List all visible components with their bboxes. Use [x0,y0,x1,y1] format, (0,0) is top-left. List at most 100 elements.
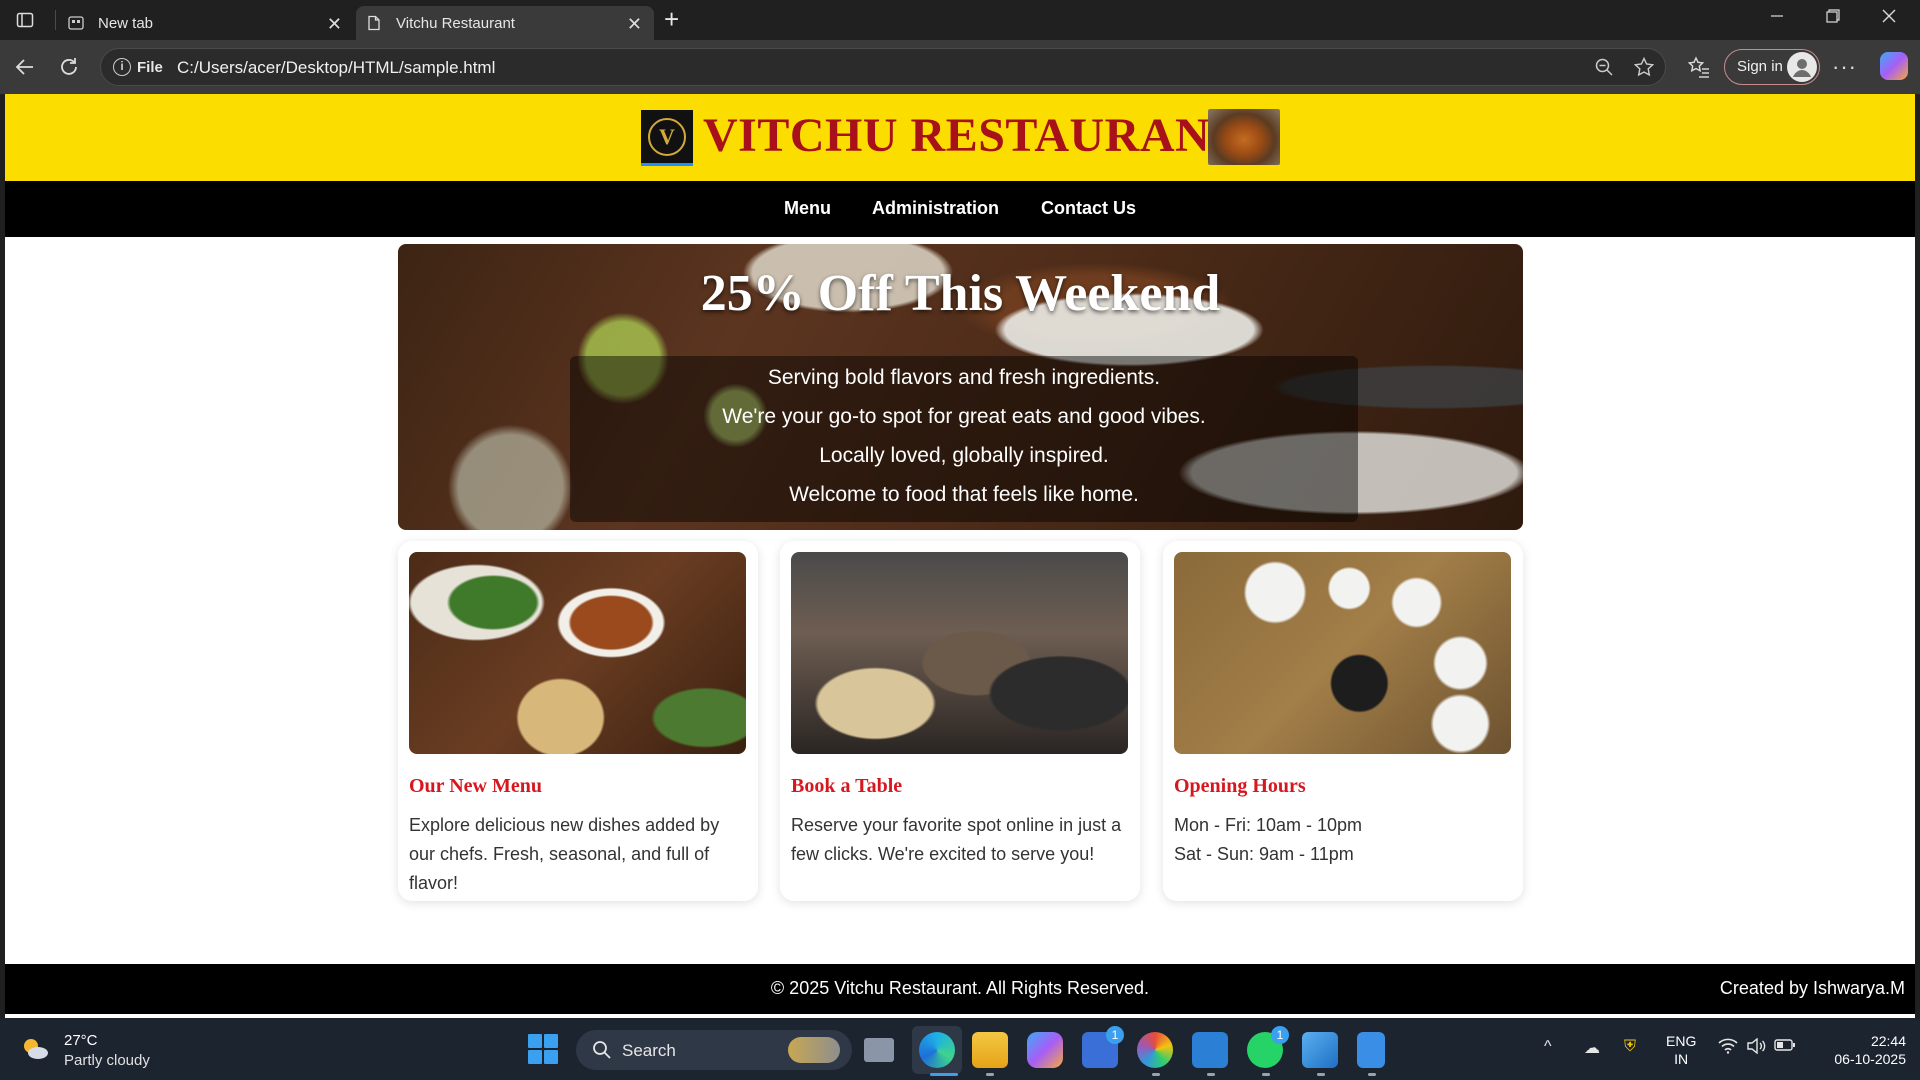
diners-image [791,552,1128,754]
windows-start-icon[interactable] [528,1034,558,1064]
avatar-icon [1787,52,1817,82]
refresh-icon [61,58,77,75]
language-indicator[interactable]: ENG IN [1666,1032,1696,1068]
back-arrow-icon [15,59,33,75]
tab-vitchu-restaurant[interactable]: Vitchu Restaurant ✕ [356,6,654,40]
logo-letter: V [648,117,686,156]
sign-in-button[interactable]: Sign in [1724,49,1820,85]
close-tab-icon[interactable]: ✕ [327,14,342,35]
site-footer: © 2025 Vitchu Restaurant. All Rights Res… [5,964,1915,1014]
tab-title: Vitchu Restaurant [396,14,515,32]
tab-title: New tab [98,14,154,32]
address-bar[interactable]: i File C:/Users/acer/Desktop/HTML/sample… [100,48,1666,86]
security-shield-icon[interactable]: ⛨ [1624,1038,1636,1056]
clock-date: 06-10-2025 [1834,1051,1906,1067]
favorites-icon[interactable] [1684,52,1714,82]
hero-banner: 25% Off This Weekend Serving bold flavor… [398,244,1523,530]
tab-separator [55,10,56,30]
clock-time: 22:44 [1870,1033,1906,1049]
language-line2: IN [1674,1051,1689,1067]
battery-icon[interactable] [1774,1038,1796,1057]
paint-icon[interactable] [1302,1032,1338,1068]
url-text[interactable]: C:/Users/acer/Desktop/HTML/sample.html [177,58,495,78]
copilot-app-icon[interactable] [1027,1032,1063,1068]
card-text: Reserve your favorite spot online in jus… [791,815,1122,864]
onedrive-icon[interactable]: ☁ [1584,1038,1600,1058]
running-indicator [986,1073,994,1076]
weather-widget[interactable]: 27°C Partly cloudy [20,1030,180,1070]
more-icon[interactable]: ··· [1832,54,1857,80]
refresh-button[interactable] [54,52,84,82]
minimize-button[interactable] [1770,4,1784,29]
site-header: V VITCHU RESTAURANT [5,94,1915,181]
hero-line: Locally loved, globally inspired. [819,444,1109,467]
search-highlight-image [788,1037,840,1063]
card-title: Book a Table [791,775,903,797]
wifi-icon[interactable] [1718,1038,1738,1059]
file-explorer-icon[interactable] [972,1032,1008,1068]
whatsapp-icon[interactable]: 1 [1247,1026,1289,1068]
back-button[interactable] [10,52,40,82]
hero-line: Welcome to food that feels like home. [789,483,1139,506]
card-title: Opening Hours [1174,775,1306,797]
running-indicator [1152,1073,1160,1076]
notification-badge: 1 [1106,1026,1124,1044]
restaurant-logo: V [641,110,693,166]
system-clock[interactable]: 22:44 06-10-2025 [1816,1032,1906,1068]
running-indicator [1207,1073,1215,1076]
nav-link-administration[interactable]: Administration [872,198,999,219]
hero-line: We're your go-to spot for great eats and… [722,405,1206,428]
taskbar-search[interactable]: Search [576,1030,852,1070]
document-icon [366,15,382,31]
tab-new-tab[interactable]: New tab ✕ [58,6,354,40]
scheme-label: File [137,59,163,76]
weather-desc: Partly cloudy [64,1052,150,1069]
star-icon[interactable] [1633,56,1655,79]
notification-badge: 1 [1271,1026,1289,1044]
running-indicator [1262,1073,1270,1076]
plus-icon: + [664,4,680,34]
hours-weekend: Sat - Sun: 9am - 11pm [1174,844,1354,864]
card-new-menu: Our New Menu Explore delicious new dishe… [398,541,758,901]
browser-tab-bar: New tab ✕ Vitchu Restaurant ✕ + [0,0,1920,40]
hero-text-box: Serving bold flavors and fresh ingredien… [570,356,1358,522]
food-spread-image [409,552,746,754]
hero-title: 25% Off This Weekend [700,265,1221,322]
nav-link-menu[interactable]: Menu [784,198,831,219]
microsoft-store-icon[interactable]: 1 [1082,1026,1124,1068]
card-book-table: Book a Table Reserve your favorite spot … [780,541,1140,901]
volume-icon[interactable] [1746,1037,1766,1059]
weather-temp: 27°C [64,1032,98,1049]
hours-weekdays: Mon - Fri: 10am - 10pm [1174,815,1363,835]
card-opening-hours: Opening Hours Mon - Fri: 10am - 10pm Sat… [1163,541,1523,901]
language-line1: ENG [1666,1033,1697,1049]
roast-chicken-image [1208,109,1280,165]
task-view-icon[interactable] [864,1038,894,1062]
vscode-icon[interactable] [1192,1032,1228,1068]
chevron-up-icon[interactable]: ^ [1544,1038,1552,1056]
close-tab-icon[interactable]: ✕ [627,14,642,35]
photos-icon[interactable] [1137,1032,1173,1068]
partly-cloudy-icon [24,1039,48,1059]
info-icon[interactable]: i [113,58,131,76]
card-text: Explore delicious new dishes added by ou… [409,815,720,893]
zoom-out-icon[interactable] [1593,57,1615,79]
copilot-icon[interactable] [1880,52,1908,80]
close-window-button[interactable] [1882,9,1896,28]
page-viewport: V VITCHU RESTAURANT Menu Administration … [5,94,1915,1018]
korean-meal-image [1174,552,1511,754]
new-tab-button[interactable]: + [664,6,679,32]
edge-icon[interactable] [919,1032,955,1068]
footer-copyright: © 2025 Vitchu Restaurant. All Rights Res… [770,978,1150,998]
site-nav: Menu Administration Contact Us [5,181,1915,237]
browser-toolbar: i File C:/Users/acer/Desktop/HTML/sample… [0,40,1920,94]
search-label: Search [622,1041,676,1060]
card-title: Our New Menu [409,775,542,797]
notepad-icon[interactable] [1357,1032,1385,1068]
nav-link-contact-us[interactable]: Contact Us [1041,198,1136,219]
site-title: VITCHU RESTAURANT [703,109,1243,162]
windows-taskbar: 27°C Partly cloudy Search 1 1 ^ ☁ ⛨ ENG … [0,1018,1920,1080]
tab-actions-icon[interactable] [10,8,40,32]
sign-in-label: Sign in [1737,58,1783,75]
restore-button[interactable] [1826,9,1840,28]
